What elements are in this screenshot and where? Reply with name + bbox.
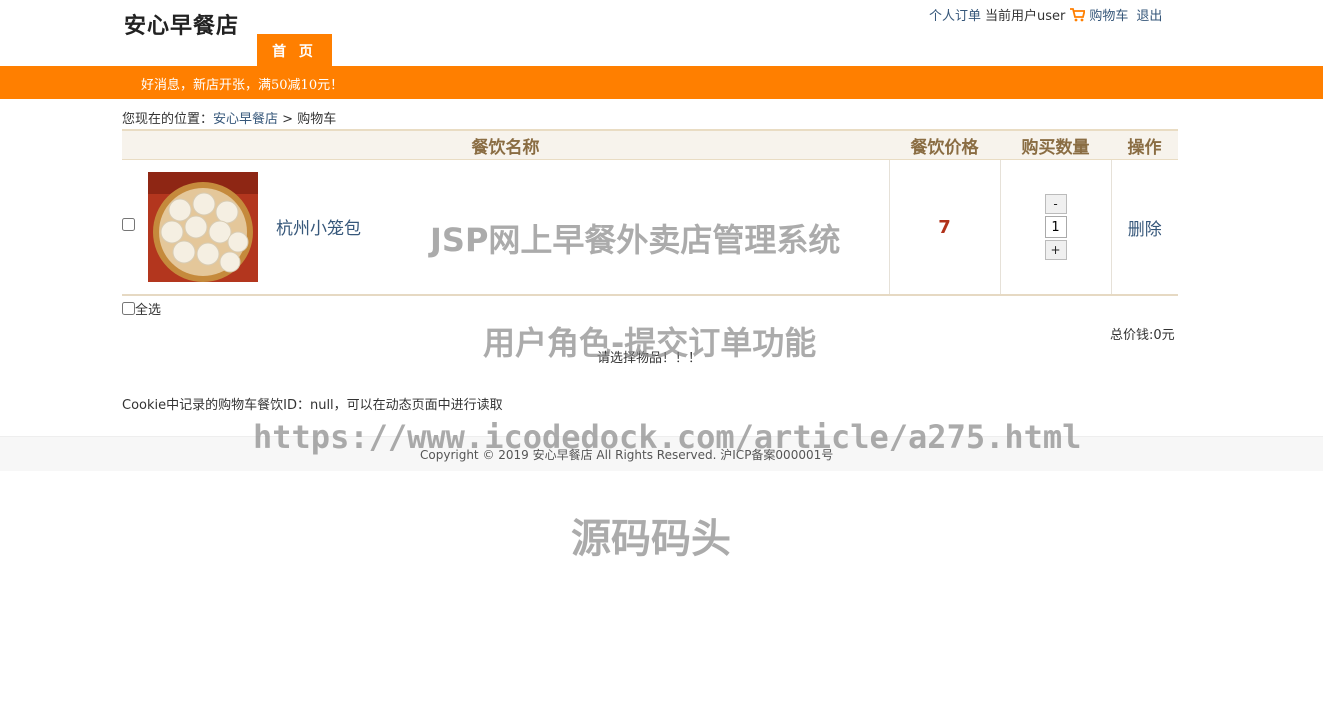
breadcrumb-home-link[interactable]: 安心早餐店 xyxy=(213,112,278,127)
price-cell: 7 xyxy=(888,159,1000,296)
current-user-label: 当前用户user xyxy=(985,9,1066,24)
dish-image[interactable] xyxy=(148,172,258,282)
breadcrumb-separator: > xyxy=(278,112,298,127)
cart-table-header: 餐饮名称 餐饮价格 购买数量 操作 xyxy=(122,129,1178,160)
column-header-action: 操作 xyxy=(1111,129,1178,160)
my-orders-link[interactable]: 个人订单 xyxy=(929,9,981,24)
shopping-cart-icon[interactable] xyxy=(1069,8,1087,26)
total-price: 总价钱:0元 xyxy=(1110,328,1175,343)
breadcrumb-prefix: 您现在的位置： xyxy=(122,112,214,127)
decrease-quantity-button[interactable]: - xyxy=(1044,194,1067,214)
select-all-checkbox[interactable] xyxy=(122,302,135,315)
quantity-stepper: - + xyxy=(1044,194,1067,260)
top-nav: 个人订单 当前用户user 购物车 退出 xyxy=(929,5,1162,26)
cookie-note: Cookie中记录的购物车餐饮ID：null，可以在动态页面中进行读取 xyxy=(122,398,503,413)
promo-text: 好消息，新店开张，满50减10元！ xyxy=(141,78,344,93)
dish-name-link[interactable]: 杭州小笼包 xyxy=(276,214,361,239)
select-all: 全选 xyxy=(122,299,161,318)
column-header-price: 餐饮价格 xyxy=(889,129,1000,160)
column-header-name: 餐饮名称 xyxy=(122,129,889,160)
row-select-checkbox[interactable] xyxy=(122,218,135,231)
watermark-url: https://www.icodedock.com/article/a275.h… xyxy=(253,418,1082,456)
increase-quantity-button[interactable]: + xyxy=(1044,240,1067,260)
dish-price: 7 xyxy=(938,216,951,238)
cart-link[interactable]: 购物车 xyxy=(1089,9,1128,24)
site-logo[interactable]: 安心早餐店 xyxy=(124,8,239,40)
column-header-quantity: 购买数量 xyxy=(1000,129,1111,160)
logout-link[interactable]: 退出 xyxy=(1136,9,1162,24)
site-header: 安心早餐店 个人订单 当前用户user 购物车 退出 首 页 xyxy=(0,0,1323,66)
breadcrumb: 您现在的位置：安心早餐店 > 购物车 xyxy=(122,108,336,127)
quantity-cell: - + xyxy=(999,159,1111,296)
quantity-input[interactable] xyxy=(1044,216,1067,238)
watermark-subtitle: 用户角色-提交订单功能 xyxy=(483,324,817,362)
action-cell: 删除 xyxy=(1110,159,1178,296)
nav-tab-home[interactable]: 首 页 xyxy=(257,34,332,66)
watermark-brand: 源码码头 xyxy=(571,516,731,562)
breadcrumb-current: 购物车 xyxy=(297,112,337,127)
watermark-title: JSP网上早餐外卖店管理系统 xyxy=(430,221,841,259)
promo-banner: 好消息，新店开张，满50减10元！ xyxy=(0,66,1323,99)
select-all-label: 全选 xyxy=(135,303,162,318)
delete-link[interactable]: 删除 xyxy=(1128,220,1162,240)
cart-table: 餐饮名称 餐饮价格 购买数量 操作 杭州小笼包 7 - 1 + 删除 xyxy=(122,129,1178,296)
